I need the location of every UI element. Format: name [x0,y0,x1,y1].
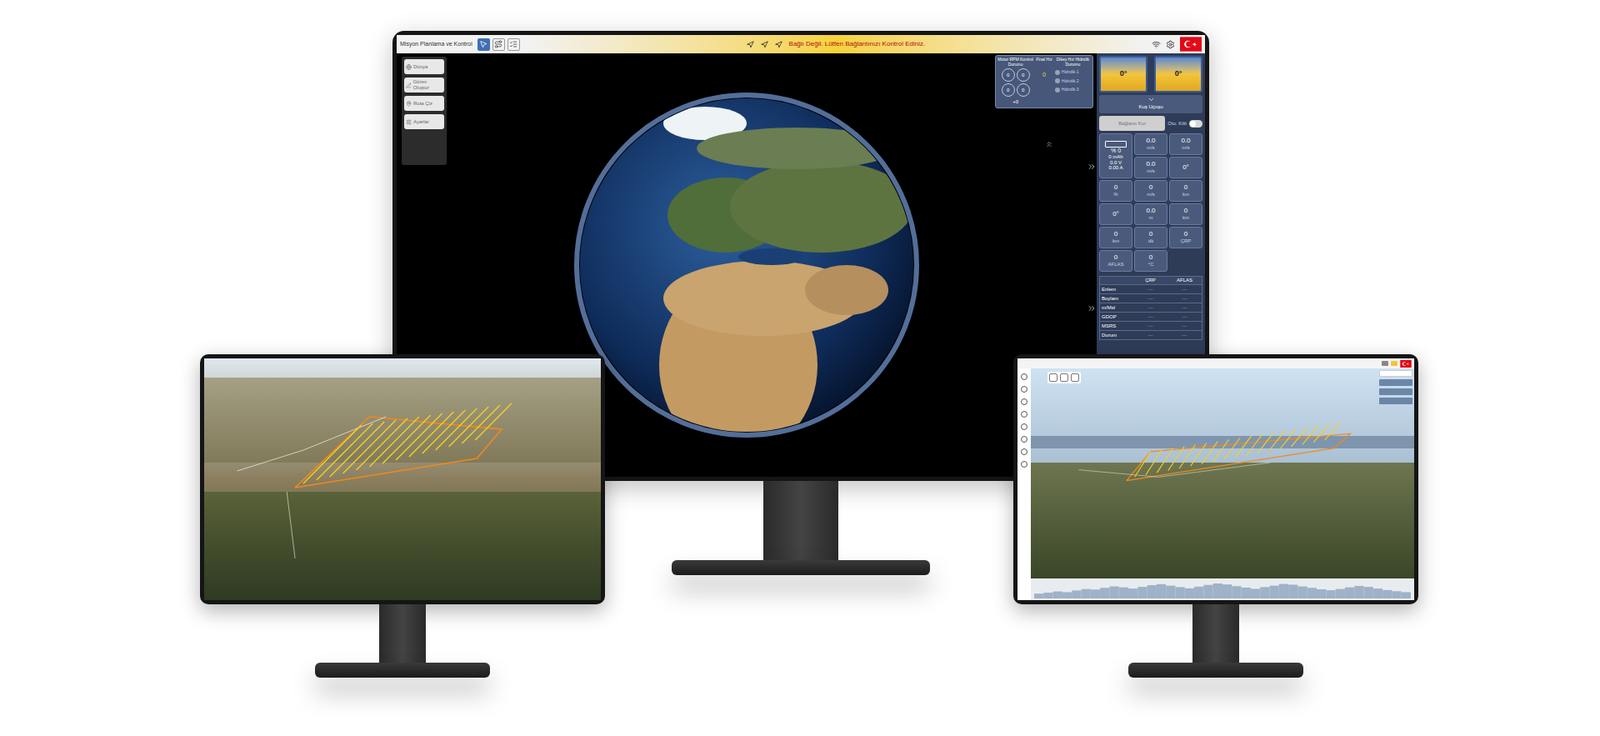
telemetry-cell: 0% [1099,180,1133,202]
mission-app-window [1017,358,1415,600]
gauge-panel: Motor RPM Kontrol Durumu0000+0Final Hız0… [995,55,1094,109]
table-row: Durum------ [1100,330,1202,340]
gps-table: ÇRPAFLASEnlem------Boylam------m/Msl----… [1099,275,1203,340]
flight-paths-drawing [1030,368,1415,579]
map-menu-item[interactable]: Rota Çiz [404,95,445,111]
table-row: MSRS------ [1100,320,1202,330]
toolbar-button[interactable] [492,38,505,51]
action-panel [1379,370,1413,405]
telemetry-cell: 0m/s [1134,180,1168,202]
flag-icon [1180,36,1202,52]
drone-icon [760,40,769,49]
tool-icon[interactable] [1020,448,1028,455]
battery-cell: % 00 mAh0.0 V0.00 A [1099,133,1133,179]
map-menu-item[interactable]: Dünya [404,59,445,75]
action-button[interactable] [1379,397,1413,405]
title-bar: Misyon Planlama ve KontrolBağlı Değil. L… [396,35,1205,54]
table-row: GDOP------ [1100,311,1202,321]
rpm-gauge: 0 [1001,68,1015,82]
elevation-chart [1030,578,1415,600]
table-row: Enlem------ [1100,284,1202,294]
menu-icon [405,64,412,70]
drone-icon [746,40,755,49]
telemetry-cell: 0dk [1134,226,1168,249]
connect-button[interactable]: Bağlantı Kur [1099,115,1165,131]
tool-icon[interactable] [1020,385,1028,393]
monitor-stand [1128,604,1304,678]
right-monitor [1013,354,1419,678]
terrain-3d-view[interactable] [1030,368,1415,579]
telemetry-cell: 0.0m/s [1169,133,1203,155]
tool-icon[interactable] [1020,398,1028,405]
attitude-indicator: 0° [1154,55,1203,93]
telemetry-cell: 0° [1169,156,1203,179]
toolbar-button[interactable] [507,38,520,51]
hydraulic-item: Hidrolik 3 [1055,86,1091,94]
drone-icon [775,40,783,49]
hydraulic-item: Hidrolik 1 [1055,69,1091,76]
view-toolbar [1047,371,1081,384]
map-menu-item[interactable]: Görev Oluştur [404,77,445,93]
table-column: ÇRP [1133,276,1168,285]
product-showcase: Misyon Planlama ve KontrolBağlı Değil. L… [0,0,1600,736]
tool-icon[interactable] [1020,435,1028,443]
table-row: m/Msl------ [1100,302,1202,312]
telemetry-cell: 0° [1099,203,1133,225]
earth-globe[interactable] [571,90,922,440]
tool-icon[interactable] [1020,373,1028,380]
map-menu-item[interactable]: Ayarlar [404,114,445,130]
action-button[interactable] [1379,370,1413,377]
telemetry-cell: 0km [1169,180,1203,202]
collapse-icon[interactable] [1086,303,1097,314]
rpm-gauge: 0 [1001,83,1015,97]
left-monitor [200,354,605,678]
lock-toggle[interactable] [1189,120,1203,128]
view-button[interactable] [1070,373,1080,382]
terrain-3d-view[interactable] [204,358,601,600]
table-row: Boylam------ [1100,293,1202,303]
wifi-icon[interactable] [1151,40,1161,50]
telemetry-cell: 0°C [1134,250,1168,272]
toolbar-button[interactable] [477,38,490,51]
tool-icon [494,40,503,49]
tool-sidebar [1017,368,1031,600]
tool-icon[interactable] [1020,460,1028,468]
table-column: AFLAS [1167,276,1202,285]
telemetry-cell: 0km [1099,226,1133,249]
action-button[interactable] [1379,388,1413,395]
title-bar [1017,358,1415,369]
telemetry-cell: 0AFLAS [1099,250,1133,272]
collapse-icon[interactable] [1045,140,1054,149]
menu-icon [405,100,412,107]
attitude-indicator: 0° [1099,55,1148,93]
down-icon [1147,95,1155,104]
view-button[interactable] [1060,373,1069,382]
rpm-gauge: 0 [1016,68,1030,82]
tool-icon [479,40,488,49]
menu-icon [405,82,412,89]
collapse-icon[interactable] [1086,161,1097,172]
telemetry-cell: 0.0m [1134,203,1168,225]
telemetry-cell: 0ÇRP [1169,226,1203,249]
menu-icon [405,119,412,125]
monitor-stand [671,480,930,575]
hydraulic-item: Hidrolik 2 [1055,78,1091,85]
rpm-gauge: 0 [1016,83,1030,97]
telemetry-cell: 0.0m/s [1134,133,1168,155]
view-button[interactable] [1049,373,1058,382]
gear-icon[interactable] [1165,40,1175,50]
tool-icon[interactable] [1020,423,1028,430]
map-menu: Dünya Görev Oluştur Rota Çiz Ayarlar [401,56,447,165]
flag-icon [1400,360,1412,368]
telemetry-cell: 0km [1169,203,1203,225]
action-button[interactable] [1379,379,1413,386]
telemetry-cell: 0.0m/s [1134,156,1168,179]
tool-icon [509,40,518,49]
status-banner: Bağlı Değil. Lütfen Bağlantınızı Kontrol… [525,35,1147,54]
tool-icon[interactable] [1020,410,1028,418]
flight-paths-drawing [204,358,601,600]
mode-button[interactable]: Kuş Uçuşu [1099,95,1203,114]
elevation-profile-chart [1034,581,1411,599]
monitor-stand [315,604,490,678]
